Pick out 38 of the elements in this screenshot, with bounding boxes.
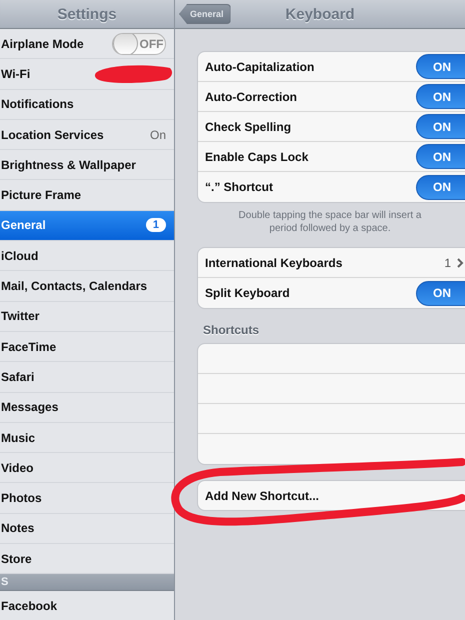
sidebar-item[interactable]: Music — [0, 422, 174, 454]
sidebar-item[interactable]: Photos — [0, 483, 174, 514]
add-shortcut-button[interactable]: Add New Shortcut... — [197, 480, 465, 511]
sidebar-item[interactable]: General 1 — [0, 210, 174, 242]
settings-row[interactable]: Auto-Capitalization ON — [198, 52, 465, 82]
sidebar-item[interactable]: Airplane Mode OFF — [0, 29, 174, 60]
toggle-switch[interactable]: ON — [416, 114, 465, 139]
sidebar-title: Settings — [57, 6, 117, 22]
settings-row[interactable]: International Keyboards 1 — [198, 248, 465, 278]
toggle-switch[interactable]: ON — [416, 54, 465, 79]
sidebar-item[interactable]: Location Services On — [0, 120, 174, 150]
toggle-switch[interactable]: ON — [416, 84, 465, 109]
sidebar-item[interactable]: Video — [0, 453, 174, 484]
sidebar-item[interactable]: Mail, Contacts, Calendars — [0, 271, 174, 302]
toggle-switch[interactable]: ON — [416, 144, 465, 169]
toggle-switch[interactable]: ON — [416, 280, 465, 306]
sidebar-item[interactable]: Notifications — [0, 90, 174, 120]
settings-row[interactable]: Auto-Correction ON — [198, 82, 465, 112]
settings-row[interactable]: Check Spelling ON — [198, 112, 465, 142]
footer-note: Double tapping the space bar will insert a period followed by a space. — [238, 209, 422, 235]
settings-row[interactable]: Split Keyboard ON — [198, 278, 465, 308]
settings-row[interactable]: “.” Shortcut ON — [198, 172, 465, 202]
toggle-switch[interactable]: ON — [416, 174, 465, 200]
sidebar-item[interactable]: Safari — [0, 362, 174, 393]
sidebar-item[interactable]: Messages — [0, 392, 174, 423]
sidebar-item[interactable]: FaceTime — [0, 332, 174, 362]
sidebar-item[interactable]: Facebook — [0, 591, 174, 620]
settings-row[interactable]: Enable Caps Lock ON — [198, 142, 465, 172]
row-value: On — [150, 128, 166, 142]
count-badge: 1 — [146, 218, 166, 232]
sidebar-item[interactable]: Brightness & Wallpaper — [0, 150, 174, 180]
sidebar-item[interactable]: iCloud — [0, 241, 174, 272]
sidebar-item[interactable]: Notes — [0, 514, 174, 544]
sidebar-item[interactable]: Twitter — [0, 302, 174, 332]
section-header: S — [0, 574, 174, 592]
row-value: 1 — [444, 256, 451, 270]
section-header: Shortcuts — [203, 323, 260, 337]
page-title: Keyboard — [285, 6, 355, 22]
